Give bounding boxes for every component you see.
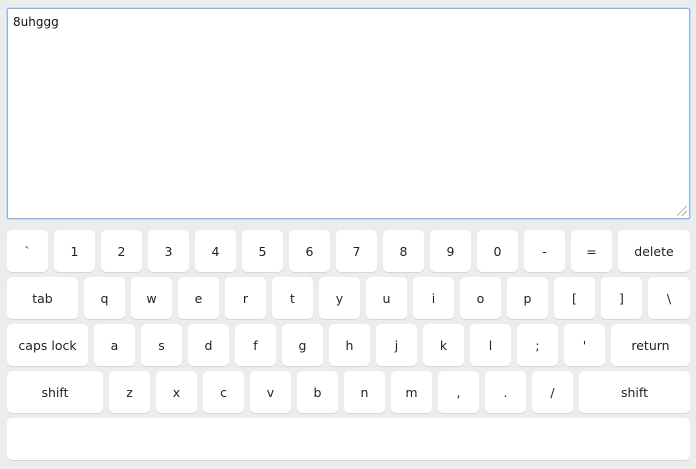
key-f[interactable]: f	[235, 324, 276, 366]
key-e[interactable]: e	[178, 277, 219, 319]
on-screen-keyboard: ` 1 2 3 4 5 6 7 8 9 0- = delete tab q w e r t y u i o p[] \ cap…	[7, 230, 690, 461]
key-return[interactable]: return	[611, 324, 690, 366]
key-r[interactable]: r	[225, 277, 266, 319]
key-6[interactable]: 6	[289, 230, 330, 272]
text-editor[interactable]: 8uhggg	[7, 8, 690, 219]
key-d[interactable]: d	[188, 324, 229, 366]
key-5[interactable]: 5	[242, 230, 283, 272]
key-9[interactable]: 9	[430, 230, 471, 272]
key-y[interactable]: y	[319, 277, 360, 319]
key-u[interactable]: u	[366, 277, 407, 319]
key-i[interactable]: i	[413, 277, 454, 319]
key-n[interactable]: n	[344, 371, 385, 413]
key-o[interactable]: o	[460, 277, 501, 319]
key-left-bracket[interactable]: [	[554, 277, 595, 319]
key-q[interactable]: q	[84, 277, 125, 319]
key-right-bracket[interactable]: ]	[601, 277, 642, 319]
key-h[interactable]: h	[329, 324, 370, 366]
key-g[interactable]: g	[282, 324, 323, 366]
key-shift-left[interactable]: shift	[7, 371, 103, 413]
key-quote[interactable]: '	[564, 324, 605, 366]
key-b[interactable]: b	[297, 371, 338, 413]
key-a[interactable]: a	[94, 324, 135, 366]
key-backslash[interactable]: \	[648, 277, 690, 319]
key-semicolon[interactable]: ;	[517, 324, 558, 366]
key-delete[interactable]: delete	[618, 230, 690, 272]
key-t[interactable]: t	[272, 277, 313, 319]
keyboard-row-numbers: ` 1 2 3 4 5 6 7 8 9 0- = delete	[7, 230, 690, 273]
key-shift-right[interactable]: shift	[579, 371, 690, 413]
text-input[interactable]: 8uhggg	[8, 9, 689, 218]
key-j[interactable]: j	[376, 324, 417, 366]
resize-handle-icon[interactable]	[677, 206, 687, 216]
key-m[interactable]: m	[391, 371, 432, 413]
key-p[interactable]: p	[507, 277, 548, 319]
keyboard-row-qwerty: tab q w e r t y u i o p[] \	[7, 277, 690, 320]
key-v[interactable]: v	[250, 371, 291, 413]
key-2[interactable]: 2	[101, 230, 142, 272]
key-slash[interactable]: /	[532, 371, 573, 413]
key-l[interactable]: l	[470, 324, 511, 366]
key-4[interactable]: 4	[195, 230, 236, 272]
key-equals[interactable]: =	[571, 230, 612, 272]
key-7[interactable]: 7	[336, 230, 377, 272]
key-z[interactable]: z	[109, 371, 150, 413]
key-k[interactable]: k	[423, 324, 464, 366]
key-s[interactable]: s	[141, 324, 182, 366]
key-caps-lock[interactable]: caps lock	[7, 324, 88, 366]
key-backtick[interactable]: `	[7, 230, 48, 272]
key-minus[interactable]: -	[524, 230, 565, 272]
key-x[interactable]: x	[156, 371, 197, 413]
key-1[interactable]: 1	[54, 230, 95, 272]
key-tab[interactable]: tab	[7, 277, 78, 319]
key-3[interactable]: 3	[148, 230, 189, 272]
key-period[interactable]: .	[485, 371, 526, 413]
key-0[interactable]: 0	[477, 230, 518, 272]
keyboard-row-shift: shift z x c v b n m,. / shift	[7, 371, 690, 414]
keyboard-row-space	[7, 418, 690, 461]
key-space[interactable]	[7, 418, 690, 460]
keyboard-row-home: caps lock a s d f g h j k l; ' return	[7, 324, 690, 367]
key-comma[interactable]: ,	[438, 371, 479, 413]
key-c[interactable]: c	[203, 371, 244, 413]
key-8[interactable]: 8	[383, 230, 424, 272]
key-w[interactable]: w	[131, 277, 172, 319]
